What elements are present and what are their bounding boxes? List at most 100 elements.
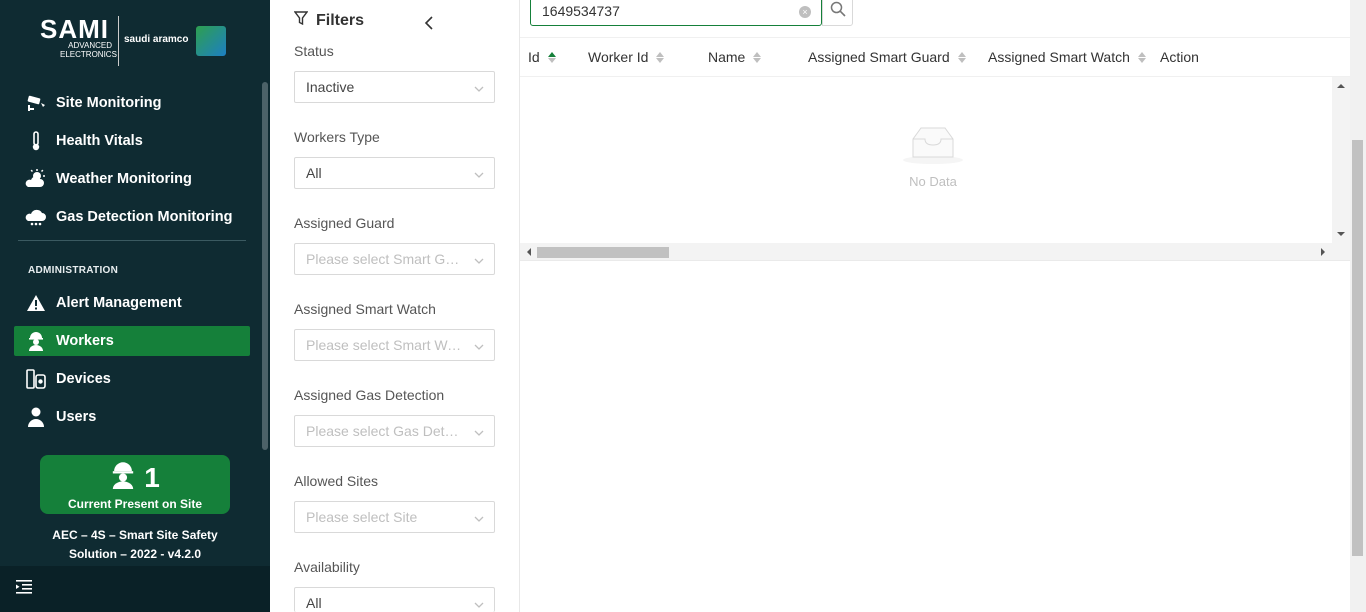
assigned-watch-label: Assigned Smart Watch — [294, 301, 436, 317]
workers-type-label: Workers Type — [294, 129, 380, 145]
column-header-label: Assigned Smart Watch — [988, 49, 1130, 65]
sort-icon[interactable] — [753, 51, 762, 63]
column-header-assigned-smart-guard[interactable]: Assigned Smart Guard — [808, 49, 966, 65]
empty-text: No Data — [909, 174, 957, 189]
availability-select[interactable]: All — [294, 587, 495, 612]
sidebar-footer — [0, 566, 270, 612]
sidebar-item-label: Users — [56, 409, 97, 425]
filter-icon — [293, 11, 309, 30]
cctv-icon — [25, 92, 47, 114]
worker-icon — [110, 461, 136, 494]
sidebar-divider — [18, 240, 246, 241]
present-label: Current Present on Site — [67, 497, 203, 511]
chevron-down-icon — [473, 254, 485, 266]
version-info: AEC – 4S – Smart Site Safety Solution – … — [20, 526, 250, 564]
version-line-1: AEC – 4S – Smart Site Safety — [52, 528, 218, 542]
assigned-gas-placeholder: Please select Gas Detection — [306, 423, 466, 439]
app-root: SAMI ADVANCED ELECTRONICS saudi aramco S… — [0, 0, 1366, 612]
sidebar-item-health-vitals[interactable]: Health Vitals — [14, 126, 250, 156]
status-select[interactable]: Inactive — [294, 71, 495, 103]
menu-collapse-icon[interactable] — [16, 580, 34, 596]
status-value: Inactive — [306, 79, 355, 95]
table-body: No Data — [520, 77, 1332, 243]
empty-state: No Data — [898, 125, 968, 189]
assigned-watch-select[interactable]: Please select Smart Watch — [294, 329, 495, 361]
filters-panel: Filters Status Inactive Workers Type All… — [270, 0, 520, 612]
filters-header: Filters — [293, 11, 364, 30]
table-vertical-scrollbar[interactable] — [1332, 77, 1350, 243]
logo-sami-subtitle: ADVANCED ELECTRONICS — [60, 41, 117, 59]
sort-icon[interactable] — [1137, 51, 1146, 63]
logo-divider — [118, 16, 119, 66]
workers-type-value: All — [306, 165, 322, 181]
column-header-worker-id[interactable]: Worker Id — [588, 49, 665, 65]
sidebar-item-label: Weather Monitoring — [56, 171, 192, 187]
search-input[interactable]: 1649534737 × — [530, 0, 822, 26]
assigned-guard-placeholder: Please select Smart Guard — [306, 251, 466, 267]
devices-icon — [25, 368, 47, 390]
chevron-down-icon — [473, 426, 485, 438]
column-header-label: Assigned Smart Guard — [808, 49, 950, 65]
column-header-label: Name — [708, 49, 746, 65]
workers-type-select[interactable]: All — [294, 157, 495, 189]
sidebar-item-workers[interactable]: Workers — [14, 326, 250, 356]
user-icon — [25, 406, 47, 428]
worker-icon — [25, 330, 47, 352]
page-scrollbar[interactable] — [1350, 0, 1366, 612]
horizontal-scroll-thumb[interactable] — [537, 247, 669, 258]
search-input-value: 1649534737 — [542, 3, 620, 19]
aramco-star-icon — [196, 26, 226, 56]
chevron-down-icon — [473, 598, 485, 610]
sort-icon[interactable] — [547, 51, 556, 63]
sidebar-item-weather-monitoring[interactable]: Weather Monitoring — [14, 164, 250, 194]
assigned-guard-select[interactable]: Please select Smart Guard — [294, 243, 495, 275]
search-button[interactable] — [822, 0, 853, 26]
chevron-down-icon — [473, 82, 485, 94]
assigned-watch-placeholder: Please select Smart Watch — [306, 337, 466, 353]
sort-icon[interactable] — [656, 51, 665, 63]
allowed-sites-label: Allowed Sites — [294, 473, 379, 489]
empty-inbox-icon — [901, 127, 965, 169]
assigned-gas-label: Assigned Gas Detection — [294, 387, 445, 403]
sidebar-item-label: Devices — [56, 371, 111, 387]
present-count: 1 — [144, 461, 160, 493]
availability-value: All — [306, 595, 322, 611]
search-icon — [830, 1, 846, 22]
column-header-name[interactable]: Name — [708, 49, 762, 65]
collapse-filters-icon[interactable] — [420, 14, 438, 32]
sidebar-item-label: Gas Detection Monitoring — [56, 209, 233, 225]
sun-cloud-icon — [25, 168, 47, 190]
logo-aramco-text: saudi aramco — [124, 34, 189, 45]
allowed-sites-select[interactable]: Please select Site — [294, 501, 495, 533]
page-scroll-thumb[interactable] — [1352, 140, 1363, 556]
sidebar: SAMI ADVANCED ELECTRONICS saudi aramco S… — [0, 0, 270, 612]
sidebar-item-label: Alert Management — [56, 295, 182, 311]
column-header-label: Worker Id — [588, 49, 649, 65]
sidebar-item-site-monitoring[interactable]: Site Monitoring — [14, 88, 250, 118]
assigned-gas-select[interactable]: Please select Gas Detection — [294, 415, 495, 447]
sidebar-item-alert-management[interactable]: Alert Management — [14, 288, 250, 318]
allowed-sites-placeholder: Please select Site — [306, 509, 418, 525]
sort-icon[interactable] — [957, 51, 966, 63]
sidebar-item-gas-detection[interactable]: Gas Detection Monitoring — [14, 202, 250, 232]
clear-icon[interactable]: × — [799, 6, 811, 18]
brand-logo: SAMI ADVANCED ELECTRONICS saudi aramco — [40, 14, 230, 68]
sidebar-item-label: Health Vitals — [56, 133, 143, 149]
column-header-id[interactable]: Id — [528, 49, 556, 65]
status-label: Status — [294, 43, 334, 59]
sidebar-scrollbar[interactable] — [262, 82, 268, 450]
sidebar-item-users[interactable]: Users — [14, 402, 250, 432]
main-content: 1649534737 × Id Worker Id Name Assigned … — [520, 0, 1366, 612]
thermometer-icon — [25, 130, 47, 152]
assigned-guard-label: Assigned Guard — [294, 215, 395, 231]
warning-icon — [25, 292, 47, 314]
table-horizontal-scrollbar[interactable] — [520, 243, 1350, 261]
column-header-assigned-smart-watch[interactable]: Assigned Smart Watch — [988, 49, 1146, 65]
version-line-2: Solution – 2022 - v4.2.0 — [68, 547, 202, 561]
column-header-action: Action — [1160, 49, 1199, 65]
sidebar-item-label: Workers — [56, 333, 114, 349]
sidebar-item-devices[interactable]: Devices — [14, 364, 250, 394]
sidebar-item-label: Site Monitoring — [56, 95, 162, 111]
table-header: Id Worker Id Name Assigned Smart Guard A… — [520, 37, 1350, 77]
chevron-down-icon — [473, 512, 485, 524]
